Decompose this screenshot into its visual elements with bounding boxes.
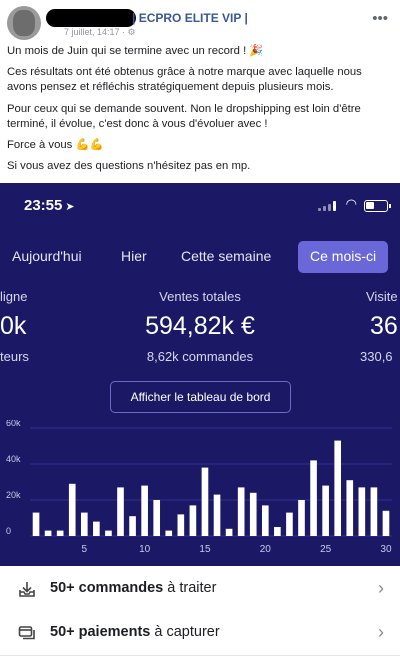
sales-bar-chart: 0 20k 40k 60k 5 10 15 20 25 30	[6, 420, 392, 555]
chart-bar	[105, 530, 112, 536]
tab-this-week[interactable]: Cette semaine	[181, 248, 271, 264]
chart-bar	[93, 521, 100, 536]
chart-bar	[80, 512, 88, 536]
chart-bar	[286, 512, 293, 536]
orders-count: 8,62k commandes	[146, 349, 254, 364]
total-sales-value: 594,82k €	[145, 312, 255, 340]
period-tabs: Aujourd'hui Hier Cette semaine Ce mois-c…	[0, 241, 400, 285]
chart-bar	[225, 528, 233, 536]
total-sales-label: Ventes totales	[159, 289, 241, 304]
chart-bar	[32, 512, 40, 536]
chart-bar	[298, 500, 305, 536]
x-tick-label: 25	[320, 544, 332, 555]
chart-bar	[261, 505, 269, 536]
signal-icon	[318, 201, 336, 211]
chart-bar	[68, 483, 76, 536]
x-tick-label: 5	[82, 544, 88, 555]
x-tick-label: 15	[199, 544, 211, 555]
stat-right-sub: 330,6	[360, 349, 393, 364]
post-header: | ECPRO ELITE VIP | 7 juillet, 14:17 · ⚙…	[0, 0, 400, 44]
x-tick-label: 10	[139, 544, 151, 555]
y-tick-label: 20k	[6, 490, 21, 500]
chart-bar	[117, 487, 124, 536]
status-time: 23:55 ➤	[24, 197, 75, 214]
tab-this-month[interactable]: Ce mois-ci	[298, 241, 389, 273]
chart-bar	[249, 492, 257, 536]
chart-bar	[141, 485, 148, 536]
chart-bar	[237, 487, 245, 536]
post-paragraph: Ces résultats ont été obtenus grâce à no…	[7, 66, 362, 94]
location-arrow-icon: ➤	[65, 201, 75, 213]
facebook-post: | ECPRO ELITE VIP | 7 juillet, 14:17 · ⚙…	[0, 0, 400, 174]
orders-to-process-text: 50+ commandes à traiter	[50, 580, 217, 596]
redacted-author-name	[46, 9, 136, 27]
avatar[interactable]	[7, 6, 41, 40]
chart-bar	[165, 530, 173, 536]
stats-carousel: ligne 0k teurs Ventes totales 594,82k € …	[0, 285, 400, 371]
tab-yesterday[interactable]: Hier	[121, 248, 147, 264]
chart-bar	[370, 487, 378, 536]
chart-bar	[310, 460, 317, 536]
chart-bar	[129, 516, 136, 536]
post-text: Un mois de Juin qui se termine avec un r…	[0, 44, 400, 174]
stat-right-label: Visite	[366, 289, 398, 304]
show-dashboard-button[interactable]: Afficher le tableau de bord	[110, 381, 291, 413]
y-tick-label: 60k	[6, 420, 21, 428]
chevron-right-icon: ›	[378, 578, 384, 598]
cards-icon	[18, 626, 35, 640]
chart-bar	[189, 505, 197, 536]
chart-bar	[334, 440, 342, 536]
status-bar: 23:55 ➤ ◠	[0, 183, 400, 229]
payments-to-capture-row[interactable]: 50+ paiements à capturer ›	[0, 610, 400, 656]
inbox-download-icon	[19, 582, 35, 597]
post-paragraph: Un mois de Juin qui se termine avec un r…	[7, 45, 264, 57]
chevron-right-icon: ›	[378, 622, 384, 642]
chart-bar	[322, 485, 329, 536]
chart-bar	[56, 530, 64, 536]
chart-bar	[201, 467, 209, 536]
stat-right-value: 36	[370, 312, 398, 340]
group-name[interactable]: | ECPRO ELITE VIP |	[132, 11, 248, 25]
chart-bar	[274, 527, 281, 536]
payments-to-capture-text: 50+ paiements à capturer	[50, 624, 220, 640]
post-paragraph: Pour ceux qui se demande souvent. Non le…	[7, 102, 361, 130]
shopify-screenshot: 23:55 ➤ ◠ Aujourd'hui Hier Cette semaine …	[0, 183, 400, 656]
chart-bar	[382, 510, 390, 536]
orders-to-process-row[interactable]: 50+ commandes à traiter ›	[0, 566, 400, 612]
chart-bar	[358, 487, 366, 536]
chart-bar	[346, 480, 354, 536]
more-options-icon[interactable]: •••	[372, 10, 388, 27]
wifi-icon: ◠	[345, 196, 357, 211]
battery-icon	[364, 200, 391, 212]
post-paragraph: Force à vous 💪💪	[7, 139, 104, 152]
x-tick-label: 20	[260, 544, 272, 555]
y-tick-label: 40k	[6, 454, 21, 464]
chart-bar	[153, 500, 161, 536]
chart-bar	[44, 530, 52, 536]
x-tick-label: 30	[380, 544, 392, 555]
post-paragraph: Si vous avez des questions n'hésitez pas…	[7, 160, 251, 173]
tab-today[interactable]: Aujourd'hui	[12, 248, 82, 264]
chart-bar	[213, 494, 221, 536]
chart-bar	[177, 514, 185, 536]
post-timestamp[interactable]: 7 juillet, 14:17 · ⚙	[64, 27, 136, 38]
y-tick-label: 0	[6, 526, 11, 536]
